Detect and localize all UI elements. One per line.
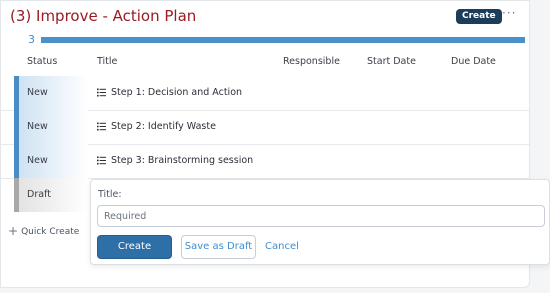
column-header-status[interactable]: Status xyxy=(27,56,57,67)
status-badge: New xyxy=(27,87,48,98)
plus-icon: + xyxy=(8,224,19,238)
column-header-title[interactable]: Title xyxy=(97,56,117,67)
row-title[interactable]: Step 3: Brainstorming session xyxy=(111,155,253,166)
quick-create-link[interactable]: + Quick Create xyxy=(8,224,79,238)
status-badge: Draft xyxy=(27,189,51,200)
column-header-responsible[interactable]: Responsible xyxy=(283,56,340,67)
column-header-start-date[interactable]: Start Date xyxy=(367,56,416,67)
table-row[interactable]: New Step 2: Identify Waste xyxy=(1,110,529,145)
status-badge: New xyxy=(27,155,48,166)
quick-create-form: Title: Create Save as Draft Cancel xyxy=(90,179,550,265)
list-icon xyxy=(97,88,106,97)
quick-create-label: Quick Create xyxy=(21,227,80,237)
row-title[interactable]: Step 2: Identify Waste xyxy=(111,121,216,132)
status-cell xyxy=(14,144,88,178)
status-badge: New xyxy=(27,121,48,132)
progress-bar xyxy=(41,37,525,43)
column-header-due-date[interactable]: Due Date xyxy=(451,56,496,67)
title-field-label: Title: xyxy=(98,189,122,200)
title-input[interactable] xyxy=(97,205,545,227)
status-cell xyxy=(14,110,88,144)
create-submit-button[interactable]: Create xyxy=(97,235,172,259)
ellipsis-icon[interactable]: ··· xyxy=(502,6,516,20)
progress-count: 3 xyxy=(28,33,35,46)
cancel-button[interactable]: Cancel xyxy=(265,241,299,252)
panel-title: (3) Improve - Action Plan xyxy=(10,7,197,25)
table-row[interactable]: New Step 1: Decision and Action xyxy=(1,76,529,111)
status-cell xyxy=(14,76,88,110)
table-row[interactable]: New Step 3: Brainstorming session xyxy=(1,144,529,179)
save-as-draft-button[interactable]: Save as Draft xyxy=(181,235,256,259)
list-icon xyxy=(97,122,106,131)
create-button[interactable]: Create xyxy=(456,9,502,24)
list-icon xyxy=(97,156,106,165)
status-cell xyxy=(14,178,88,212)
row-title[interactable]: Step 1: Decision and Action xyxy=(111,87,242,98)
